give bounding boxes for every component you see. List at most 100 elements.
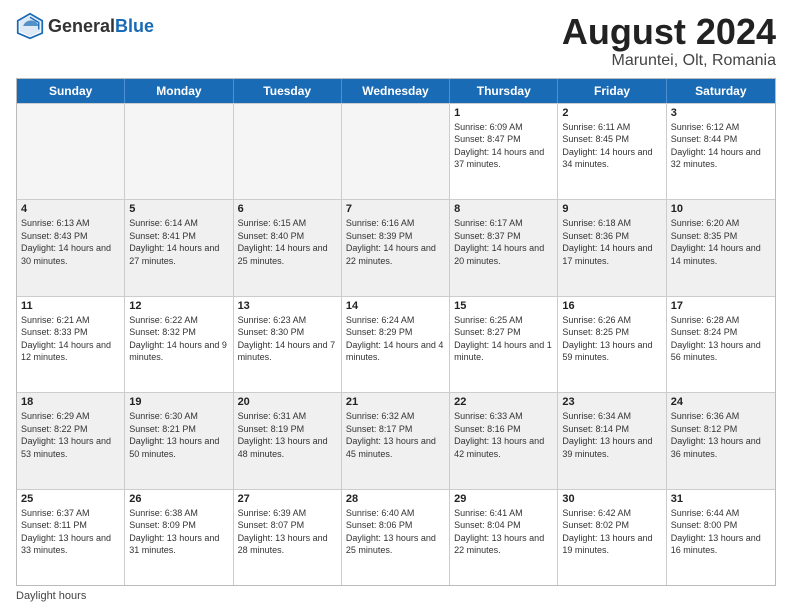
footer-note: Daylight hours bbox=[16, 590, 776, 602]
cal-cell: 18 Sunrise: 6:29 AMSunset: 8:22 PMDayligh… bbox=[17, 393, 125, 488]
cal-cell: 11 Sunrise: 6:21 AMSunset: 8:33 PMDayligh… bbox=[17, 297, 125, 392]
cal-cell: 2 Sunrise: 6:11 AMSunset: 8:45 PMDaylight… bbox=[558, 104, 666, 199]
day-info: Sunrise: 6:09 AMSunset: 8:47 PMDaylight:… bbox=[454, 121, 553, 171]
cal-cell: 8 Sunrise: 6:17 AMSunset: 8:37 PMDaylight… bbox=[450, 200, 558, 295]
week-row-1: 1Sunrise: 6:09 AMSunset: 8:47 PMDaylight… bbox=[17, 103, 775, 199]
day-info: Sunrise: 6:12 AMSunset: 8:44 PMDaylight:… bbox=[671, 121, 771, 171]
day-info: Sunrise: 6:44 AMSunset: 8:00 PMDaylight:… bbox=[671, 507, 771, 557]
day-number: 9 bbox=[562, 203, 661, 215]
cal-cell: 6Sunrise: 6:15 AMSunset: 8:40 PMDaylight… bbox=[234, 200, 342, 295]
day-number: 18 bbox=[21, 396, 120, 408]
day-number: 30 bbox=[562, 493, 661, 505]
day-info: Sunrise: 6:40 AMSunset: 8:06 PMDaylight:… bbox=[346, 507, 445, 557]
day-info: Sunrise: 6:38 AMSunset: 8:09 PMDaylight:… bbox=[129, 507, 228, 557]
calendar: SundayMondayTuesdayWednesdayThursdayFrid… bbox=[16, 78, 776, 586]
day-info: Sunrise: 6:20 AMSunset: 8:35 PMDaylight:… bbox=[671, 217, 771, 267]
page: General Blue August 2024 Maruntei, Olt, … bbox=[0, 0, 792, 612]
title-month: August 2024 bbox=[562, 12, 776, 52]
day-of-week-tuesday: Tuesday bbox=[234, 79, 342, 103]
day-of-week-saturday: Saturday bbox=[667, 79, 775, 103]
day-of-week-wednesday: Wednesday bbox=[342, 79, 450, 103]
day-info: Sunrise: 6:21 AMSunset: 8:33 PMDaylight:… bbox=[21, 314, 120, 364]
day-info: Sunrise: 6:26 AMSunset: 8:25 PMDaylight:… bbox=[562, 314, 661, 364]
cal-cell: 4Sunrise: 6:13 AMSunset: 8:43 PMDaylight… bbox=[17, 200, 125, 295]
cal-cell: 15 Sunrise: 6:25 AMSunset: 8:27 PMDayligh… bbox=[450, 297, 558, 392]
calendar-header-row: SundayMondayTuesdayWednesdayThursdayFrid… bbox=[17, 79, 775, 103]
logo-general: General bbox=[48, 17, 115, 35]
day-number: 24 bbox=[671, 396, 771, 408]
day-info: Sunrise: 6:24 AMSunset: 8:29 PMDaylight:… bbox=[346, 314, 445, 364]
title-block: August 2024 Maruntei, Olt, Romania bbox=[562, 12, 776, 70]
day-info: Sunrise: 6:30 AMSunset: 8:21 PMDaylight:… bbox=[129, 410, 228, 460]
cal-cell: 9 Sunrise: 6:18 AMSunset: 8:36 PMDaylight… bbox=[558, 200, 666, 295]
day-info: Sunrise: 6:42 AMSunset: 8:02 PMDaylight:… bbox=[562, 507, 661, 557]
day-info: Sunrise: 6:31 AMSunset: 8:19 PMDaylight:… bbox=[238, 410, 337, 460]
day-number: 7 bbox=[346, 203, 445, 215]
day-number: 16 bbox=[562, 300, 661, 312]
cal-cell: 1Sunrise: 6:09 AMSunset: 8:47 PMDaylight… bbox=[450, 104, 558, 199]
day-number: 28 bbox=[346, 493, 445, 505]
day-info: Sunrise: 6:28 AMSunset: 8:24 PMDaylight:… bbox=[671, 314, 771, 364]
day-of-week-sunday: Sunday bbox=[17, 79, 125, 103]
cal-cell: 7Sunrise: 6:16 AMSunset: 8:39 PMDaylight… bbox=[342, 200, 450, 295]
cal-cell: 31 Sunrise: 6:44 AMSunset: 8:00 PMDayligh… bbox=[667, 490, 775, 585]
day-of-week-friday: Friday bbox=[558, 79, 666, 103]
title-location: Maruntei, Olt, Romania bbox=[562, 52, 776, 70]
cal-cell: 24 Sunrise: 6:36 AMSunset: 8:12 PMDayligh… bbox=[667, 393, 775, 488]
day-number: 20 bbox=[238, 396, 337, 408]
cal-cell: 17 Sunrise: 6:28 AMSunset: 8:24 PMDayligh… bbox=[667, 297, 775, 392]
cal-cell bbox=[125, 104, 233, 199]
cal-cell: 23Sunrise: 6:34 AMSunset: 8:14 PMDayligh… bbox=[558, 393, 666, 488]
day-info: Sunrise: 6:17 AMSunset: 8:37 PMDaylight:… bbox=[454, 217, 553, 267]
cal-cell: 27Sunrise: 6:39 AMSunset: 8:07 PMDayligh… bbox=[234, 490, 342, 585]
day-number: 19 bbox=[129, 396, 228, 408]
day-of-week-thursday: Thursday bbox=[450, 79, 558, 103]
cal-cell: 13Sunrise: 6:23 AMSunset: 8:30 PMDayligh… bbox=[234, 297, 342, 392]
header: General Blue August 2024 Maruntei, Olt, … bbox=[16, 12, 776, 70]
day-info: Sunrise: 6:39 AMSunset: 8:07 PMDaylight:… bbox=[238, 507, 337, 557]
cal-cell: 5Sunrise: 6:14 AMSunset: 8:41 PMDaylight… bbox=[125, 200, 233, 295]
day-info: Sunrise: 6:25 AMSunset: 8:27 PMDaylight:… bbox=[454, 314, 553, 364]
day-number: 10 bbox=[671, 203, 771, 215]
cal-cell: 22Sunrise: 6:33 AMSunset: 8:16 PMDayligh… bbox=[450, 393, 558, 488]
day-number: 8 bbox=[454, 203, 553, 215]
cal-cell: 10 Sunrise: 6:20 AMSunset: 8:35 PMDayligh… bbox=[667, 200, 775, 295]
day-number: 29 bbox=[454, 493, 553, 505]
cal-cell: 12 Sunrise: 6:22 AMSunset: 8:32 PMDayligh… bbox=[125, 297, 233, 392]
week-row-5: 25 Sunrise: 6:37 AMSunset: 8:11 PMDayligh… bbox=[17, 489, 775, 585]
cal-cell: 25 Sunrise: 6:37 AMSunset: 8:11 PMDayligh… bbox=[17, 490, 125, 585]
week-row-2: 4Sunrise: 6:13 AMSunset: 8:43 PMDaylight… bbox=[17, 199, 775, 295]
cal-cell: 3 Sunrise: 6:12 AMSunset: 8:44 PMDaylight… bbox=[667, 104, 775, 199]
cal-cell bbox=[342, 104, 450, 199]
cal-cell: 16 Sunrise: 6:26 AMSunset: 8:25 PMDayligh… bbox=[558, 297, 666, 392]
day-number: 17 bbox=[671, 300, 771, 312]
day-info: Sunrise: 6:33 AMSunset: 8:16 PMDaylight:… bbox=[454, 410, 553, 460]
day-info: Sunrise: 6:18 AMSunset: 8:36 PMDaylight:… bbox=[562, 217, 661, 267]
day-info: Sunrise: 6:23 AMSunset: 8:30 PMDaylight:… bbox=[238, 314, 337, 364]
logo-icon bbox=[16, 12, 44, 40]
day-info: Sunrise: 6:29 AMSunset: 8:22 PMDaylight:… bbox=[21, 410, 120, 460]
day-of-week-monday: Monday bbox=[125, 79, 233, 103]
cal-cell: 29 Sunrise: 6:41 AMSunset: 8:04 PMDayligh… bbox=[450, 490, 558, 585]
day-info: Sunrise: 6:36 AMSunset: 8:12 PMDaylight:… bbox=[671, 410, 771, 460]
day-number: 15 bbox=[454, 300, 553, 312]
day-number: 25 bbox=[21, 493, 120, 505]
day-number: 3 bbox=[671, 107, 771, 119]
day-info: Sunrise: 6:11 AMSunset: 8:45 PMDaylight:… bbox=[562, 121, 661, 171]
day-info: Sunrise: 6:37 AMSunset: 8:11 PMDaylight:… bbox=[21, 507, 120, 557]
week-row-4: 18 Sunrise: 6:29 AMSunset: 8:22 PMDayligh… bbox=[17, 392, 775, 488]
day-number: 2 bbox=[562, 107, 661, 119]
day-number: 31 bbox=[671, 493, 771, 505]
day-number: 11 bbox=[21, 300, 120, 312]
day-info: Sunrise: 6:22 AMSunset: 8:32 PMDaylight:… bbox=[129, 314, 228, 364]
day-number: 21 bbox=[346, 396, 445, 408]
day-info: Sunrise: 6:41 AMSunset: 8:04 PMDaylight:… bbox=[454, 507, 553, 557]
day-number: 4 bbox=[21, 203, 120, 215]
day-number: 12 bbox=[129, 300, 228, 312]
cal-cell: 21Sunrise: 6:32 AMSunset: 8:17 PMDayligh… bbox=[342, 393, 450, 488]
week-row-3: 11 Sunrise: 6:21 AMSunset: 8:33 PMDayligh… bbox=[17, 296, 775, 392]
cal-cell: 26Sunrise: 6:38 AMSunset: 8:09 PMDayligh… bbox=[125, 490, 233, 585]
day-number: 6 bbox=[238, 203, 337, 215]
day-info: Sunrise: 6:34 AMSunset: 8:14 PMDaylight:… bbox=[562, 410, 661, 460]
day-number: 14 bbox=[346, 300, 445, 312]
